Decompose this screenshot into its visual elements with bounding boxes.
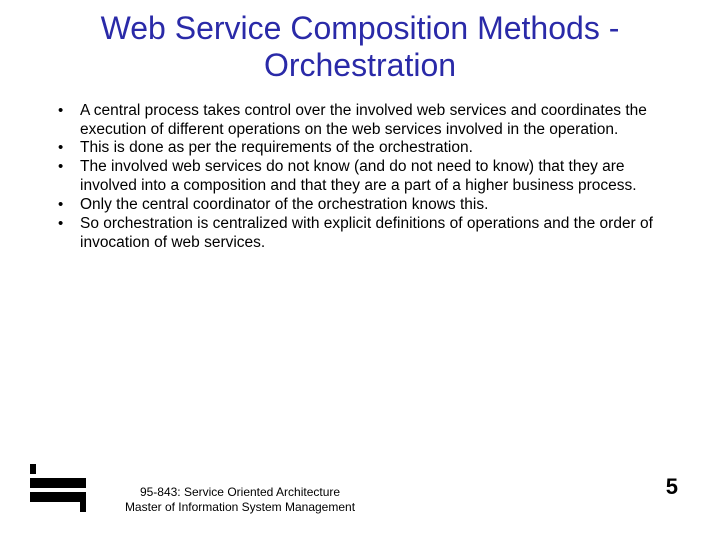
bullet-item: This is done as per the requirements of … <box>58 139 680 158</box>
slide-title: Web Service Composition Methods - Orches… <box>40 10 680 84</box>
slide: Web Service Composition Methods - Orches… <box>0 0 720 540</box>
footer-course: 95-843: Service Oriented Architecture <box>120 485 360 501</box>
cmu-logo-icon <box>30 464 86 512</box>
footer-text: 95-843: Service Oriented Architecture Ma… <box>120 485 360 516</box>
bullet-item: The involved web services do not know (a… <box>58 158 680 196</box>
bullet-item: So orchestration is centralized with exp… <box>58 215 680 253</box>
page-number: 5 <box>666 474 678 500</box>
footer-program: Master of Information System Management <box>120 500 360 516</box>
bullet-item: Only the central coordinator of the orch… <box>58 196 680 215</box>
bullet-list: A central process takes control over the… <box>40 102 680 253</box>
bullet-item: A central process takes control over the… <box>58 102 680 140</box>
